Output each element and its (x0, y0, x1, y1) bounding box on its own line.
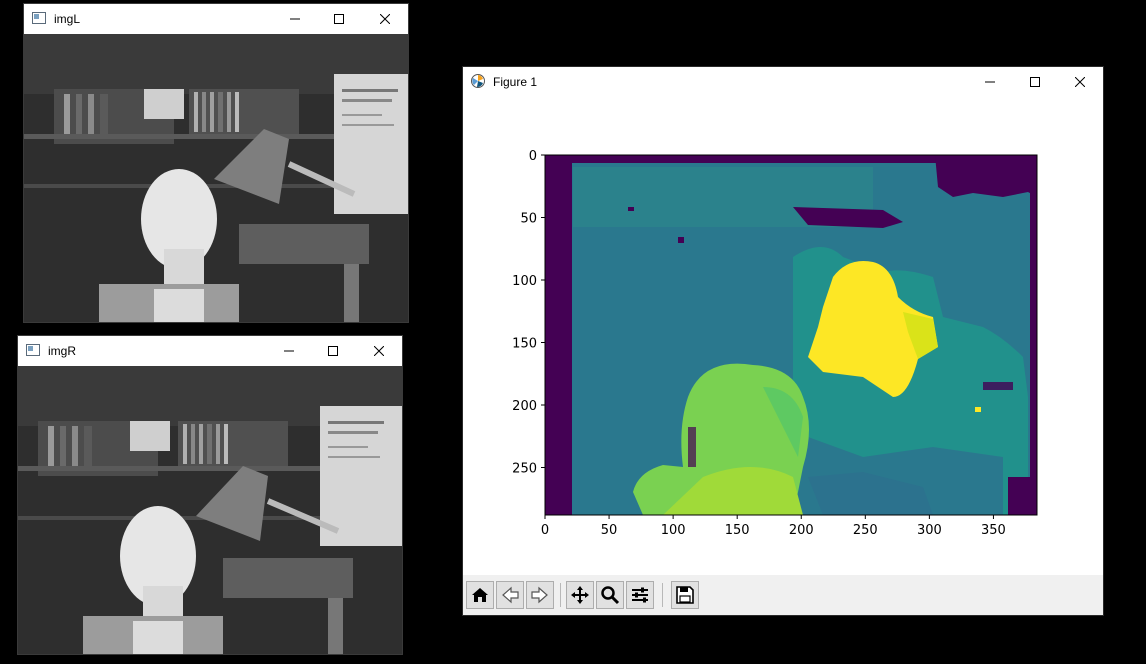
y-tick-label: 100 (512, 274, 537, 289)
close-button[interactable] (356, 336, 402, 366)
disparity-map (545, 155, 1037, 515)
maximize-button[interactable] (316, 4, 362, 34)
navigation-toolbar (463, 575, 1103, 615)
minimize-icon (284, 350, 294, 352)
y-tick-label: 50 (520, 212, 537, 227)
sliders-icon (632, 587, 648, 603)
close-button[interactable] (1057, 67, 1103, 97)
x-tick-label: 0 (541, 523, 549, 538)
imgL-window: imgL (23, 3, 409, 323)
maximize-button[interactable] (1012, 67, 1058, 97)
title-bar[interactable]: Figure 1 (463, 67, 1103, 97)
save-button[interactable] (671, 581, 699, 609)
home-button[interactable] (466, 581, 494, 609)
window-title: Figure 1 (493, 75, 538, 89)
x-tick-label: 250 (853, 523, 878, 538)
minimize-icon (985, 81, 995, 83)
maximize-icon (334, 14, 344, 24)
x-axis: 0 50 100 150 200 250 300 350 (541, 515, 1006, 538)
title-bar[interactable]: imgL (24, 4, 408, 34)
forward-arrow-icon (531, 586, 548, 604)
close-icon (380, 14, 390, 24)
toolbar-separator (662, 583, 663, 607)
minimize-button[interactable] (266, 336, 312, 366)
x-tick-label: 150 (725, 523, 750, 538)
minimize-icon (290, 18, 300, 20)
title-bar[interactable]: imgR (18, 336, 402, 366)
y-tick-label: 200 (512, 399, 537, 414)
configure-subplots-button[interactable] (626, 581, 654, 609)
x-tick-label: 200 (789, 523, 814, 538)
figure-canvas[interactable]: 0 50 100 150 200 250 300 350 0 50 100 150 200 250 (463, 97, 1103, 577)
app-icon (32, 12, 46, 24)
maximize-button[interactable] (310, 336, 356, 366)
back-button[interactable] (496, 581, 524, 609)
pan-button[interactable] (566, 581, 594, 609)
zoom-button[interactable] (596, 581, 624, 609)
close-icon (374, 346, 384, 356)
x-tick-label: 100 (661, 523, 686, 538)
floppy-disk-icon (676, 586, 694, 604)
app-icon (26, 344, 40, 356)
close-icon (1075, 77, 1085, 87)
window-title: imgR (48, 344, 77, 358)
forward-button[interactable] (526, 581, 554, 609)
minimize-button[interactable] (967, 67, 1013, 97)
right-image (18, 366, 402, 654)
y-tick-label: 150 (512, 337, 537, 352)
maximize-icon (1030, 77, 1040, 87)
figure-window: Figure 1 0 50 100 150 200 250 300 350 0 … (462, 66, 1104, 616)
x-tick-label: 300 (917, 523, 942, 538)
magnifier-icon (601, 586, 620, 605)
window-title: imgL (54, 12, 81, 26)
y-axis: 0 50 100 150 200 250 (512, 149, 545, 477)
y-tick-label: 250 (512, 462, 537, 477)
back-arrow-icon (502, 586, 519, 604)
maximize-icon (328, 346, 338, 356)
move-icon (571, 586, 589, 604)
close-button[interactable] (362, 4, 408, 34)
y-tick-label: 0 (529, 149, 537, 164)
imgR-window: imgR (17, 335, 403, 655)
home-icon (472, 588, 488, 602)
matplotlib-icon (471, 74, 485, 88)
toolbar-separator (560, 583, 561, 607)
x-tick-label: 350 (981, 523, 1006, 538)
x-tick-label: 50 (601, 523, 618, 538)
left-image (24, 34, 408, 322)
minimize-button[interactable] (272, 4, 318, 34)
